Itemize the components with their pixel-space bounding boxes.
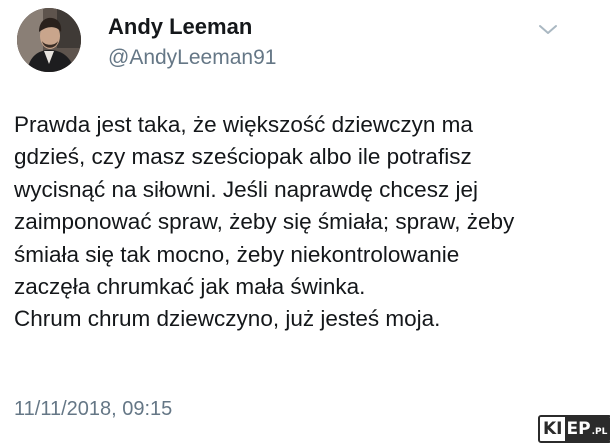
site-watermark: KI EP .PL <box>538 415 610 443</box>
tweet-card: Andy Leeman @AndyLeeman91 Prawda jest ta… <box>0 0 610 448</box>
watermark-part-b: EP <box>564 417 592 441</box>
author-display-name[interactable]: Andy Leeman <box>108 14 252 40</box>
avatar-photo <box>17 8 81 72</box>
watermark-part-c: .PL <box>591 417 610 441</box>
tweet-text: Prawda jest taka, że większość dziewczyn… <box>14 112 515 332</box>
tweet-timestamp[interactable]: 11/11/2018, 09:15 <box>14 398 172 421</box>
avatar[interactable] <box>17 8 81 72</box>
watermark-part-a: KI <box>540 417 565 441</box>
author-handle[interactable]: @AndyLeeman91 <box>108 46 276 70</box>
chevron-down-icon[interactable] <box>536 22 560 38</box>
